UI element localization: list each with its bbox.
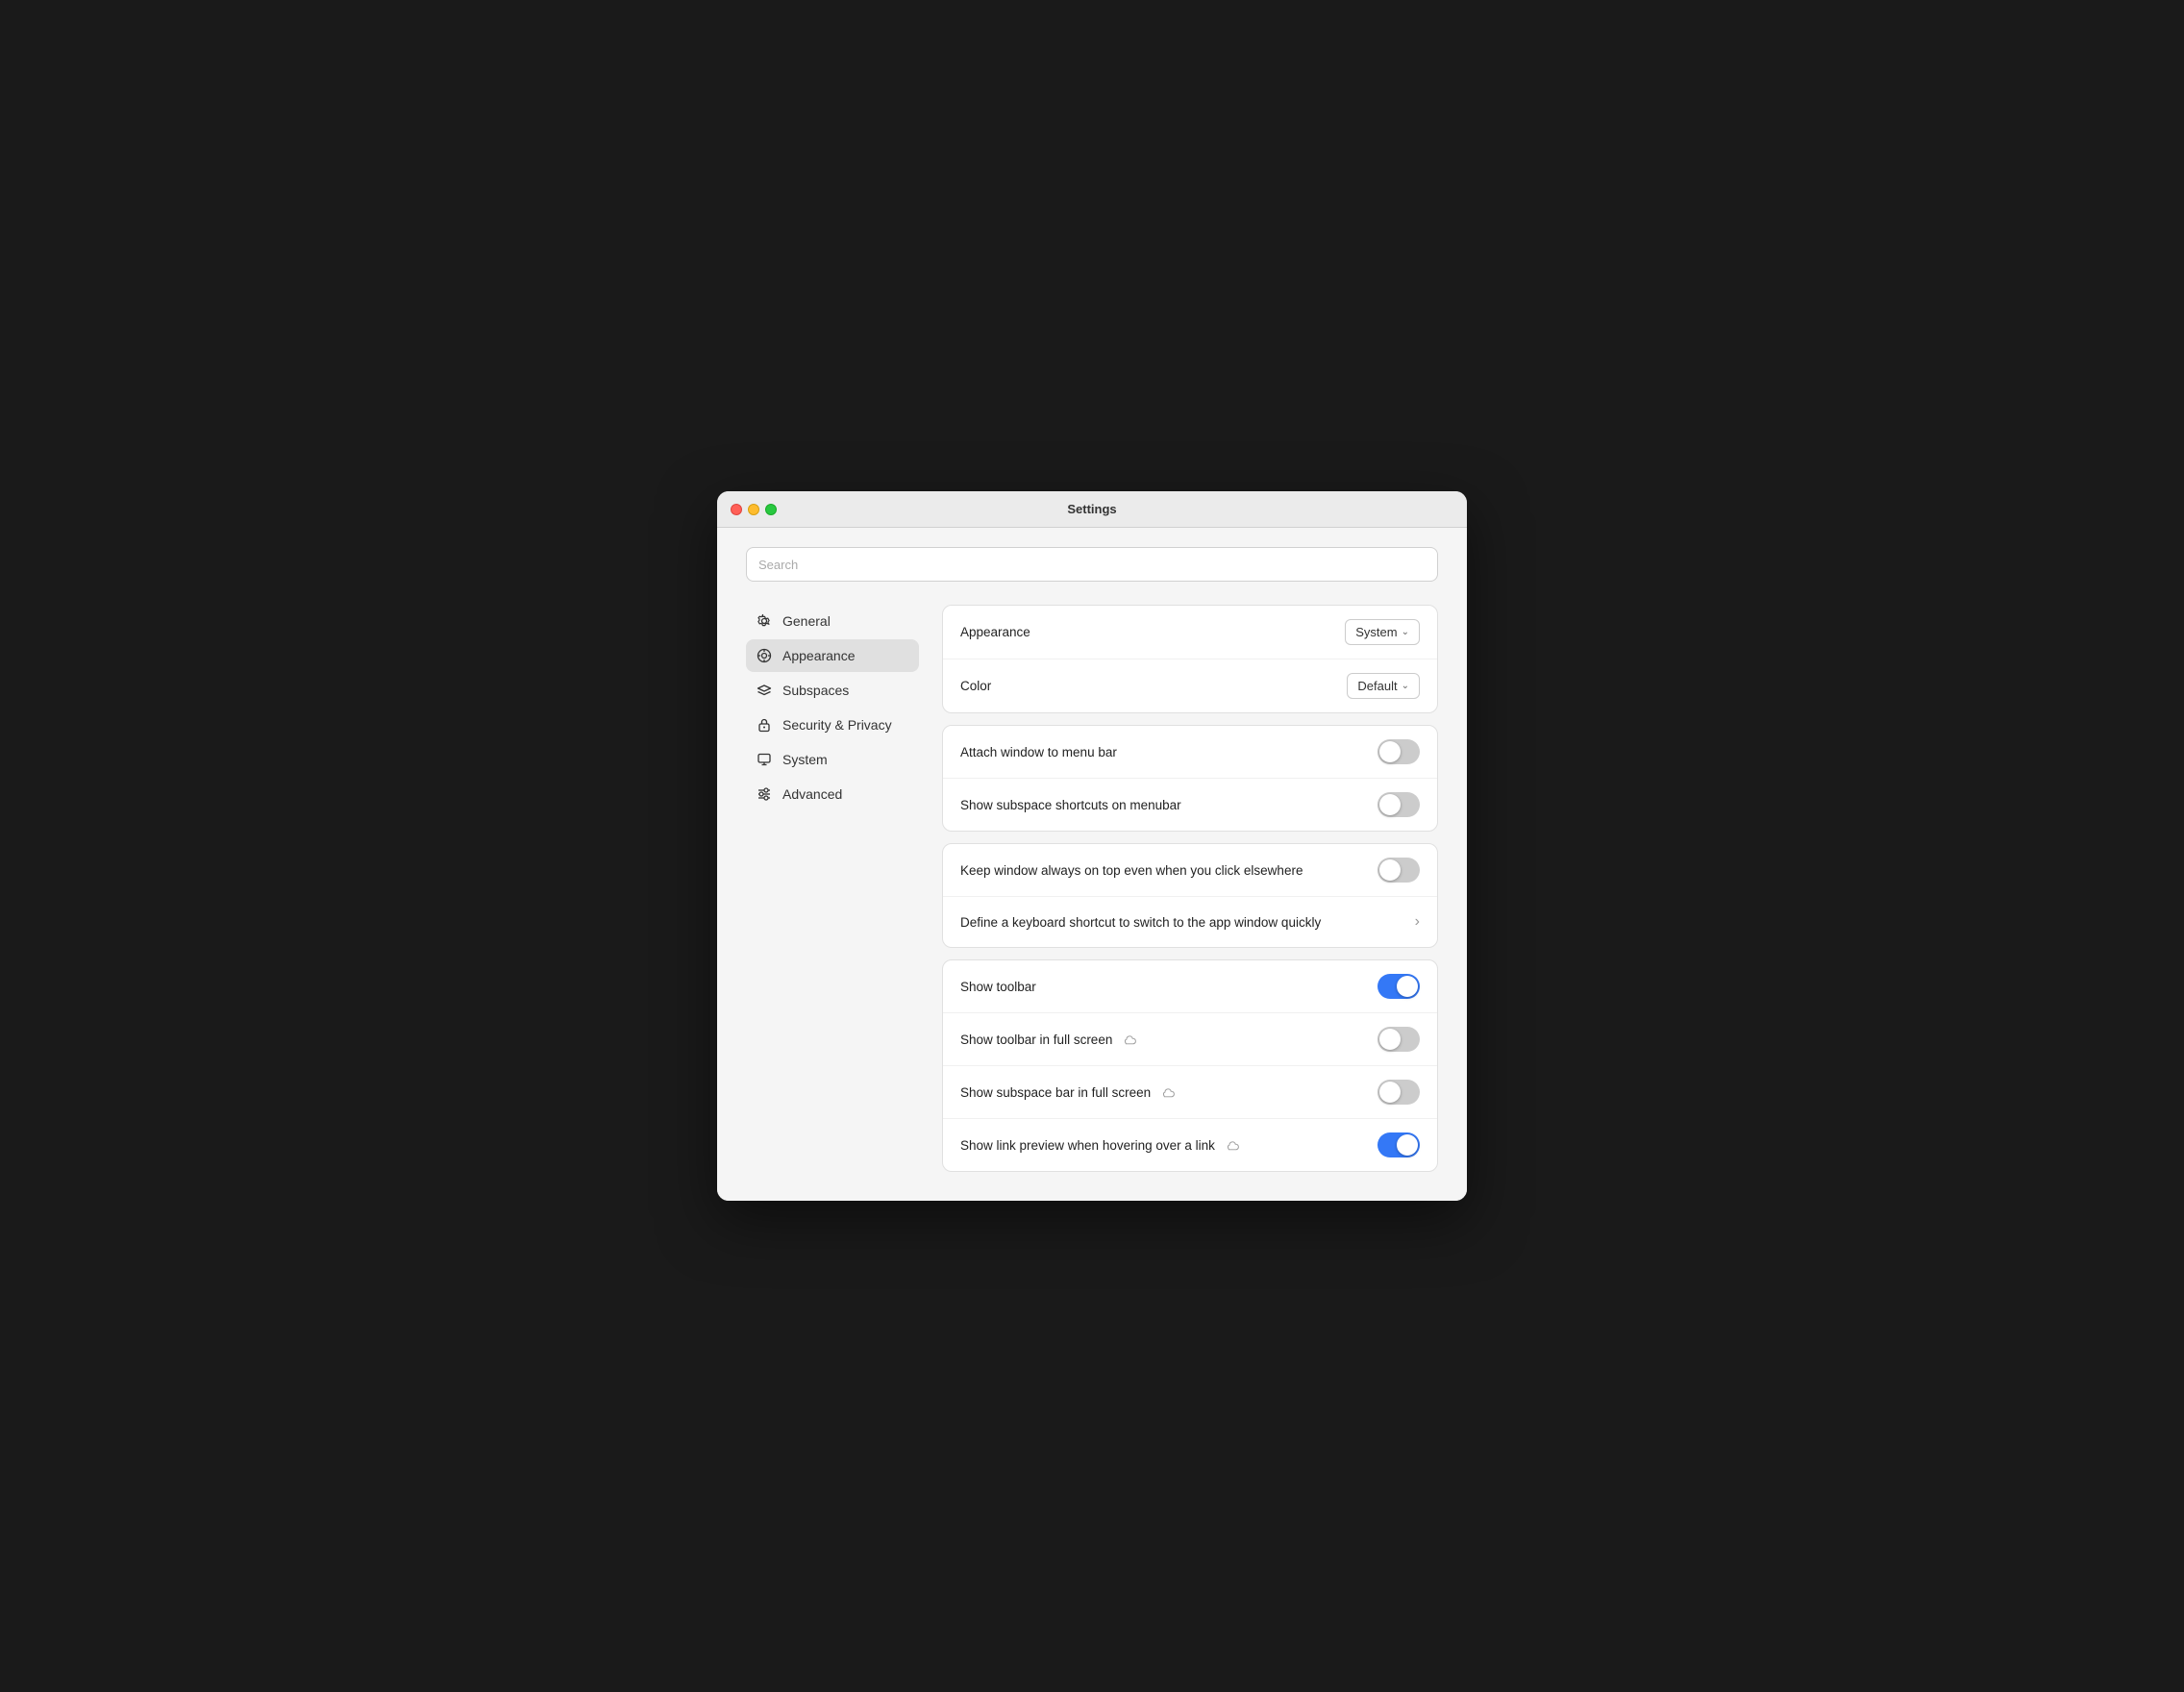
link-preview-slider (1377, 1132, 1420, 1157)
chevron-down-icon: ⌄ (1402, 627, 1409, 637)
attach-window-toggle[interactable] (1377, 739, 1420, 764)
show-subspace-fullscreen-slider (1377, 1080, 1420, 1105)
show-toolbar-control (1377, 974, 1420, 999)
show-toolbar-row: Show toolbar (943, 960, 1437, 1013)
always-on-top-control (1377, 858, 1420, 883)
appearance-label: Appearance (960, 625, 1030, 639)
show-toolbar-slider (1377, 974, 1420, 999)
attach-window-label: Attach window to menu bar (960, 745, 1117, 759)
traffic-lights (731, 504, 777, 515)
sidebar-item-appearance-label: Appearance (782, 648, 856, 663)
color-value: Default (1357, 679, 1397, 693)
show-shortcuts-control (1377, 792, 1420, 817)
keyboard-shortcut-row[interactable]: Define a keyboard shortcut to switch to … (943, 897, 1437, 947)
close-button[interactable] (731, 504, 742, 515)
show-toolbar-fullscreen-label: Show toolbar in full screen (960, 1032, 1137, 1047)
sidebar-item-general[interactable]: General (746, 605, 919, 637)
show-subspace-fullscreen-control (1377, 1080, 1420, 1105)
show-toolbar-fullscreen-row: Show toolbar in full screen (943, 1013, 1437, 1066)
cloud-icon (1225, 1137, 1240, 1153)
attach-window-row: Attach window to menu bar (943, 726, 1437, 779)
window-body: General Appearance (717, 528, 1467, 1201)
sidebar-item-system[interactable]: System (746, 743, 919, 776)
window-title: Settings (1067, 502, 1116, 516)
toolbar-card: Show toolbar Show toolbar in full screen (942, 959, 1438, 1172)
show-toolbar-fullscreen-control (1377, 1027, 1420, 1052)
sidebar-item-subspaces[interactable]: Subspaces (746, 674, 919, 707)
content-area: General Appearance (746, 605, 1438, 1172)
minimize-button[interactable] (748, 504, 759, 515)
search-bar-container (746, 547, 1438, 582)
chevron-down-icon: ⌄ (1402, 681, 1409, 691)
settings-window: Settings General (717, 491, 1467, 1201)
always-on-top-row: Keep window always on top even when you … (943, 844, 1437, 897)
link-preview-label: Show link preview when hovering over a l… (960, 1137, 1240, 1153)
layers-icon (756, 682, 773, 699)
sidebar-item-appearance[interactable]: Appearance (746, 639, 919, 672)
sliders-icon (756, 785, 773, 803)
sidebar-item-subspaces-label: Subspaces (782, 683, 849, 698)
titlebar: Settings (717, 491, 1467, 528)
color-control: Default ⌄ (1347, 673, 1420, 699)
show-toolbar-toggle[interactable] (1377, 974, 1420, 999)
sidebar-item-system-label: System (782, 752, 828, 767)
show-subspace-fullscreen-label: Show subspace bar in full screen (960, 1084, 1176, 1100)
maximize-button[interactable] (765, 504, 777, 515)
show-shortcuts-toggle[interactable] (1377, 792, 1420, 817)
appearance-dropdown[interactable]: System ⌄ (1345, 619, 1420, 645)
sidebar: General Appearance (746, 605, 919, 1172)
always-on-top-label: Keep window always on top even when you … (960, 863, 1303, 878)
attach-window-slider (1377, 739, 1420, 764)
main-content: Appearance System ⌄ Color Default (942, 605, 1438, 1172)
cloud-icon (1122, 1032, 1137, 1047)
color-label: Color (960, 679, 991, 693)
appearance-value: System (1355, 625, 1397, 639)
appearance-icon (756, 647, 773, 664)
theme-card: Appearance System ⌄ Color Default (942, 605, 1438, 713)
gear-icon (756, 612, 773, 630)
menubar-card: Attach window to menu bar Show subspace … (942, 725, 1438, 832)
window-card: Keep window always on top even when you … (942, 843, 1438, 948)
appearance-row: Appearance System ⌄ (943, 606, 1437, 659)
sidebar-item-general-label: General (782, 613, 831, 629)
show-shortcuts-slider (1377, 792, 1420, 817)
cloud-icon (1160, 1084, 1176, 1100)
link-preview-toggle[interactable] (1377, 1132, 1420, 1157)
link-preview-row: Show link preview when hovering over a l… (943, 1119, 1437, 1171)
color-row: Color Default ⌄ (943, 659, 1437, 712)
show-subspace-fullscreen-toggle[interactable] (1377, 1080, 1420, 1105)
show-subspace-fullscreen-row: Show subspace bar in full screen (943, 1066, 1437, 1119)
show-toolbar-label: Show toolbar (960, 980, 1036, 994)
show-toolbar-fullscreen-slider (1377, 1027, 1420, 1052)
always-on-top-toggle[interactable] (1377, 858, 1420, 883)
attach-window-control (1377, 739, 1420, 764)
sidebar-item-security[interactable]: Security & Privacy (746, 709, 919, 741)
show-shortcuts-label: Show subspace shortcuts on menubar (960, 798, 1181, 812)
monitor-icon (756, 751, 773, 768)
keyboard-shortcut-control: › (1415, 913, 1420, 931)
show-toolbar-fullscreen-toggle[interactable] (1377, 1027, 1420, 1052)
color-dropdown[interactable]: Default ⌄ (1347, 673, 1420, 699)
lock-icon (756, 716, 773, 734)
appearance-control: System ⌄ (1345, 619, 1420, 645)
search-input[interactable] (746, 547, 1438, 582)
sidebar-item-advanced-label: Advanced (782, 786, 842, 802)
chevron-right-icon: › (1415, 913, 1420, 931)
always-on-top-slider (1377, 858, 1420, 883)
show-shortcuts-row: Show subspace shortcuts on menubar (943, 779, 1437, 831)
sidebar-item-advanced[interactable]: Advanced (746, 778, 919, 810)
link-preview-control (1377, 1132, 1420, 1157)
keyboard-shortcut-label: Define a keyboard shortcut to switch to … (960, 915, 1321, 930)
sidebar-item-security-label: Security & Privacy (782, 717, 892, 733)
